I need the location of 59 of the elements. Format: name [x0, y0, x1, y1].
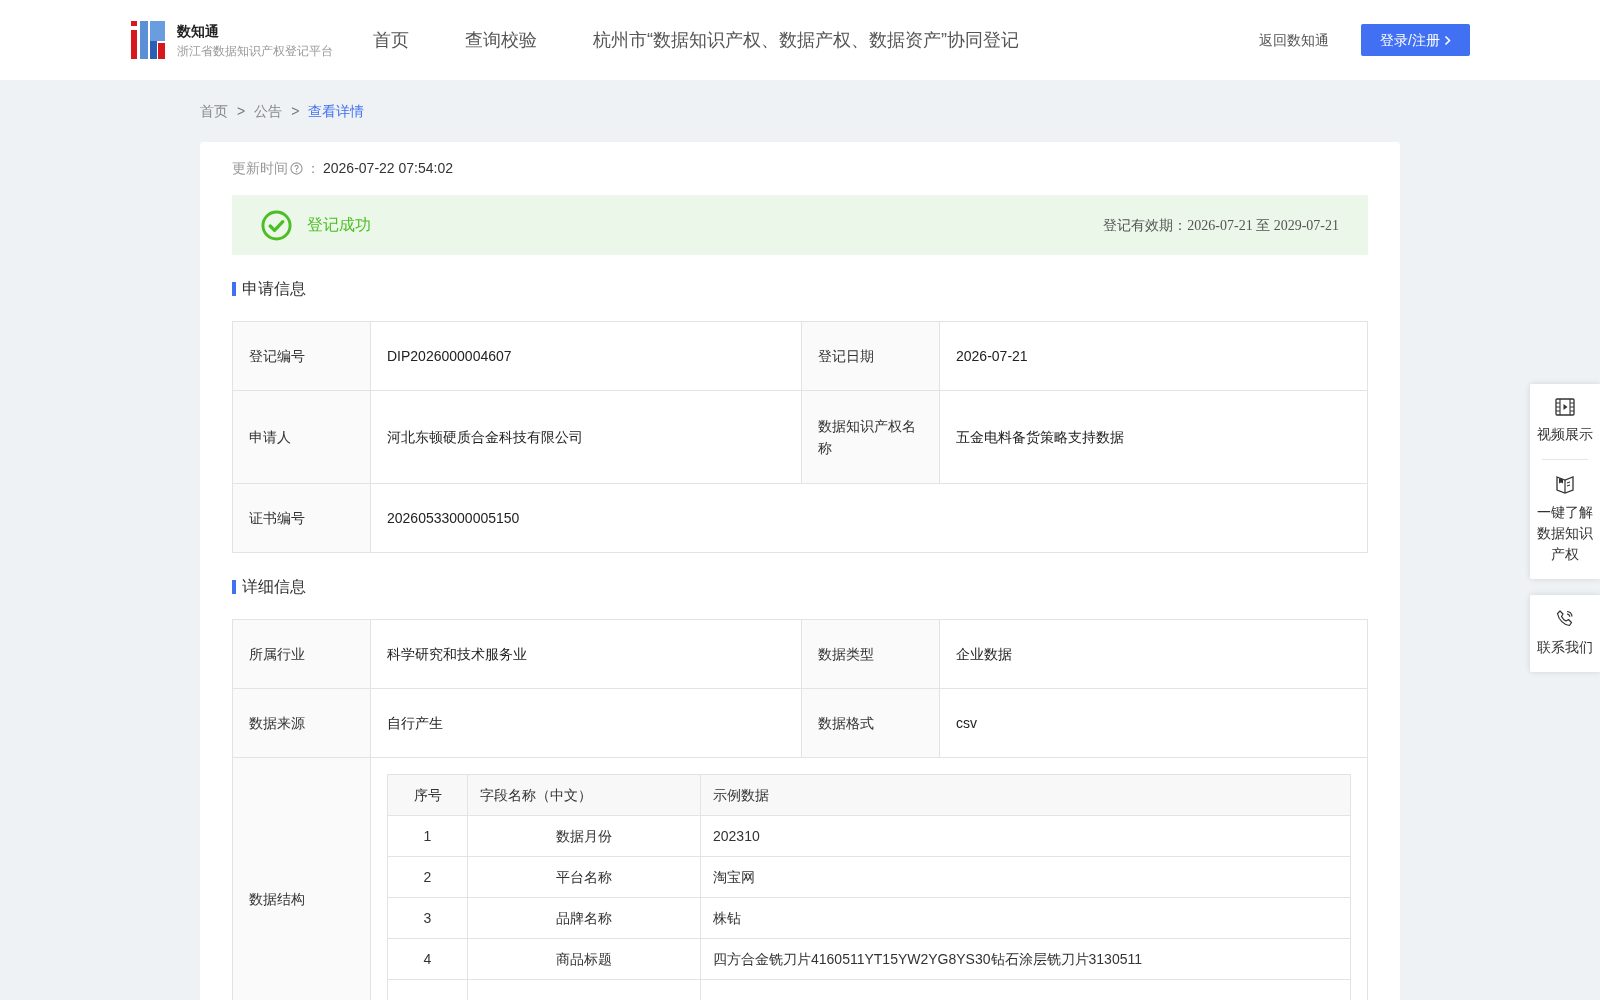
- table-cell-text: 四方合金铣刀片4160511YT15YW2YG8YS30钻石涂层铣刀片3130511: [712, 949, 1143, 969]
- field-label: 申请人: [233, 391, 371, 483]
- column-header: 序号: [388, 775, 468, 815]
- table-cell-text: 淘宝网: [712, 867, 756, 887]
- field-value: 企业数据: [955, 644, 1013, 664]
- breadcrumb-link[interactable]: 查看详情: [308, 100, 365, 122]
- field-label: 数据结构: [233, 758, 371, 1000]
- table-cell: 数据月份: [468, 816, 701, 856]
- field-label: 数据知识产权名称: [802, 391, 940, 483]
- section-title: 申请信息: [242, 279, 306, 299]
- table-cell: 1: [388, 816, 468, 856]
- field-label: 登记编号: [233, 322, 371, 390]
- table-cell: 平台名称: [468, 857, 701, 897]
- brand-name: 数知通: [177, 21, 220, 41]
- field-label: 数据格式: [802, 689, 940, 757]
- table-cell: 3: [388, 898, 468, 938]
- update-label: 更新时间: [232, 158, 288, 178]
- help-icon: [290, 161, 303, 175]
- column-header: 字段名称（中文）: [468, 775, 701, 815]
- field-label: 证书编号: [233, 484, 371, 552]
- nav-link[interactable]: 杭州市“数据知识产权、数据产权、数据资产”协同登记: [593, 26, 1019, 54]
- field-value: 2026-07-21: [955, 346, 1029, 366]
- nav-link[interactable]: 查询校验: [465, 26, 537, 54]
- field-label: 所属行业: [233, 620, 371, 688]
- nav-link[interactable]: 首页: [373, 26, 409, 54]
- brand-subtitle: 浙江省数据知识产权登记平台: [177, 42, 333, 60]
- validity-period: 登记有效期：2026-07-21 至 2029-07-21: [1103, 216, 1339, 235]
- check-circle-icon: [261, 209, 292, 241]
- breadcrumb-separator: >: [291, 101, 300, 121]
- side-tool-button[interactable]: 一键了解数据知识产权: [1536, 460, 1594, 579]
- field-label: 登记日期: [802, 322, 940, 390]
- field-value: 20260533000005150: [386, 508, 521, 528]
- table-cell: 品牌名称: [468, 898, 701, 938]
- side-tool-button[interactable]: 视频展示: [1536, 384, 1594, 459]
- status-text: 登记成功: [307, 215, 371, 235]
- table-cell: 商品标题: [468, 939, 701, 979]
- update-time: 2026-07-22 07:54:02: [323, 158, 453, 178]
- field-value: csv: [955, 713, 978, 733]
- chevron-right-icon: [1443, 34, 1451, 46]
- table-cell-text: 202310: [712, 826, 761, 846]
- phone-icon: [1555, 609, 1575, 629]
- table-cell: 4: [388, 939, 468, 979]
- column-header: 示例数据: [712, 785, 770, 805]
- side-tool-button[interactable]: 联系我们: [1536, 595, 1594, 672]
- colon: ：: [306, 158, 320, 178]
- field-label: 数据类型: [802, 620, 940, 688]
- back-link[interactable]: 返回数知通: [1259, 29, 1329, 51]
- field-label: 数据来源: [233, 689, 371, 757]
- field-value: 五金电料备货策略支持数据: [955, 427, 1125, 447]
- logo-icon: [131, 21, 165, 59]
- table-cell: 2: [388, 857, 468, 897]
- login-button[interactable]: 登录/注册: [1361, 24, 1470, 56]
- section-marker: [232, 282, 236, 296]
- table-cell-text: 株钻: [712, 908, 742, 928]
- section-marker: [232, 580, 236, 594]
- breadcrumb-separator: >: [237, 101, 246, 121]
- section-title: 详细信息: [242, 577, 306, 597]
- book-icon: [1555, 474, 1575, 494]
- film-icon: [1555, 398, 1575, 416]
